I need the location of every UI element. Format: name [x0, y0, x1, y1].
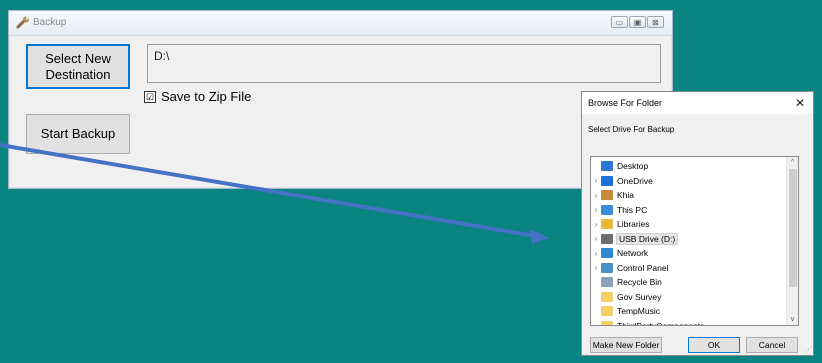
expand-chevron-icon[interactable]: ›: [591, 191, 601, 200]
cancel-button[interactable]: Cancel: [746, 337, 798, 353]
select-destination-button[interactable]: Select New Destination: [26, 44, 130, 89]
resize-grip-icon[interactable]: ⋰: [805, 346, 812, 354]
scroll-down-icon[interactable]: v: [787, 314, 798, 325]
tree-item-label: Recycle Bin: [617, 277, 662, 287]
dialog-description: Select Drive For Backup: [588, 125, 675, 134]
recycle-bin-icon: [601, 277, 613, 287]
tree-item[interactable]: › This PC: [591, 203, 791, 217]
tree-scrollbar[interactable]: ^ v: [786, 157, 798, 325]
tree-item[interactable]: › OneDrive: [591, 174, 791, 188]
browse-folder-dialog: Browse For Folder ✕ Select Drive For Bac…: [581, 91, 814, 356]
tree-item-label: Libraries: [617, 219, 650, 229]
tree-item-label: TempMusic: [617, 306, 660, 316]
close-button[interactable]: ⊠: [647, 16, 664, 28]
make-new-folder-button[interactable]: Make New Folder: [590, 337, 662, 353]
expand-chevron-icon[interactable]: ›: [591, 263, 601, 272]
tree-item[interactable]: › Network: [591, 246, 791, 260]
folder-tree[interactable]: Desktop › OneDrive › Khia › This PC › Libraries ›…: [590, 156, 799, 326]
tree-item-label: OneDrive: [617, 175, 653, 186]
tree-item-label: This PC: [617, 204, 648, 215]
expand-chevron-icon[interactable]: ›: [591, 205, 601, 214]
window-controls: ▭ ▣ ⊠: [611, 16, 664, 28]
control-panel-icon: [601, 262, 613, 273]
tree-item[interactable]: Gov Survey: [591, 290, 791, 304]
tree-item-label: Desktop: [617, 161, 649, 171]
wrench-icon: [16, 16, 29, 29]
pc-icon: [601, 204, 613, 215]
tree-item[interactable]: Desktop: [591, 159, 791, 173]
folder-icon: [601, 320, 613, 325]
tree-item-label: USB Drive (D:): [615, 232, 679, 245]
expand-chevron-icon[interactable]: ›: [591, 234, 601, 243]
tree-item-label: Control Panel: [617, 262, 669, 273]
tree-item[interactable]: › Libraries: [591, 217, 791, 231]
destination-field[interactable]: D:\: [147, 44, 661, 83]
tree-item[interactable]: Recycle Bin: [591, 275, 791, 289]
tree-item[interactable]: › USB Drive (D:): [591, 232, 791, 246]
onedrive-icon: [601, 175, 613, 186]
scroll-thumb[interactable]: [789, 169, 797, 287]
expand-chevron-icon[interactable]: ›: [591, 176, 601, 185]
ok-button[interactable]: OK: [688, 337, 740, 353]
tree-item-label: Network: [617, 248, 649, 258]
scroll-up-icon[interactable]: ^: [787, 157, 798, 168]
backup-window-title: Backup: [33, 17, 67, 28]
desktop-icon: [601, 161, 613, 171]
expand-chevron-icon[interactable]: ›: [591, 220, 601, 229]
dialog-titlebar[interactable]: Browse For Folder ✕: [582, 92, 813, 114]
dialog-title: Browse For Folder: [588, 98, 663, 108]
backup-window: Backup ▭ ▣ ⊠ Select New Destination D:\ …: [8, 10, 673, 189]
tree-item[interactable]: TempMusic: [591, 304, 791, 318]
user-icon: [601, 190, 613, 200]
tree-item[interactable]: › Control Panel: [591, 261, 791, 275]
tree-item[interactable]: ThirdPartyComponents: [591, 319, 791, 326]
libraries-icon: [601, 219, 613, 229]
start-backup-button[interactable]: Start Backup: [26, 114, 130, 154]
tree-item[interactable]: › Khia: [591, 188, 791, 202]
zip-checkbox[interactable]: ☑: [144, 90, 156, 103]
usb-drive-icon: [601, 233, 613, 244]
minimize-button[interactable]: ▭: [611, 16, 628, 28]
tree-item-label: Khia: [617, 190, 635, 200]
backup-titlebar[interactable]: Backup ▭ ▣ ⊠: [9, 11, 672, 36]
folder-icon: [601, 306, 613, 316]
dialog-close-icon[interactable]: ✕: [795, 96, 805, 110]
zip-option[interactable]: ☑ Save to Zip File: [144, 89, 251, 104]
tree-item-label: ThirdPartyComponents: [617, 320, 705, 326]
expand-chevron-icon[interactable]: ›: [591, 249, 601, 258]
tree-item-label: Gov Survey: [617, 291, 662, 302]
zip-label[interactable]: Save to Zip File: [161, 89, 251, 104]
folder-icon: [601, 291, 613, 302]
network-icon: [601, 248, 613, 258]
maximize-button[interactable]: ▣: [629, 16, 646, 28]
